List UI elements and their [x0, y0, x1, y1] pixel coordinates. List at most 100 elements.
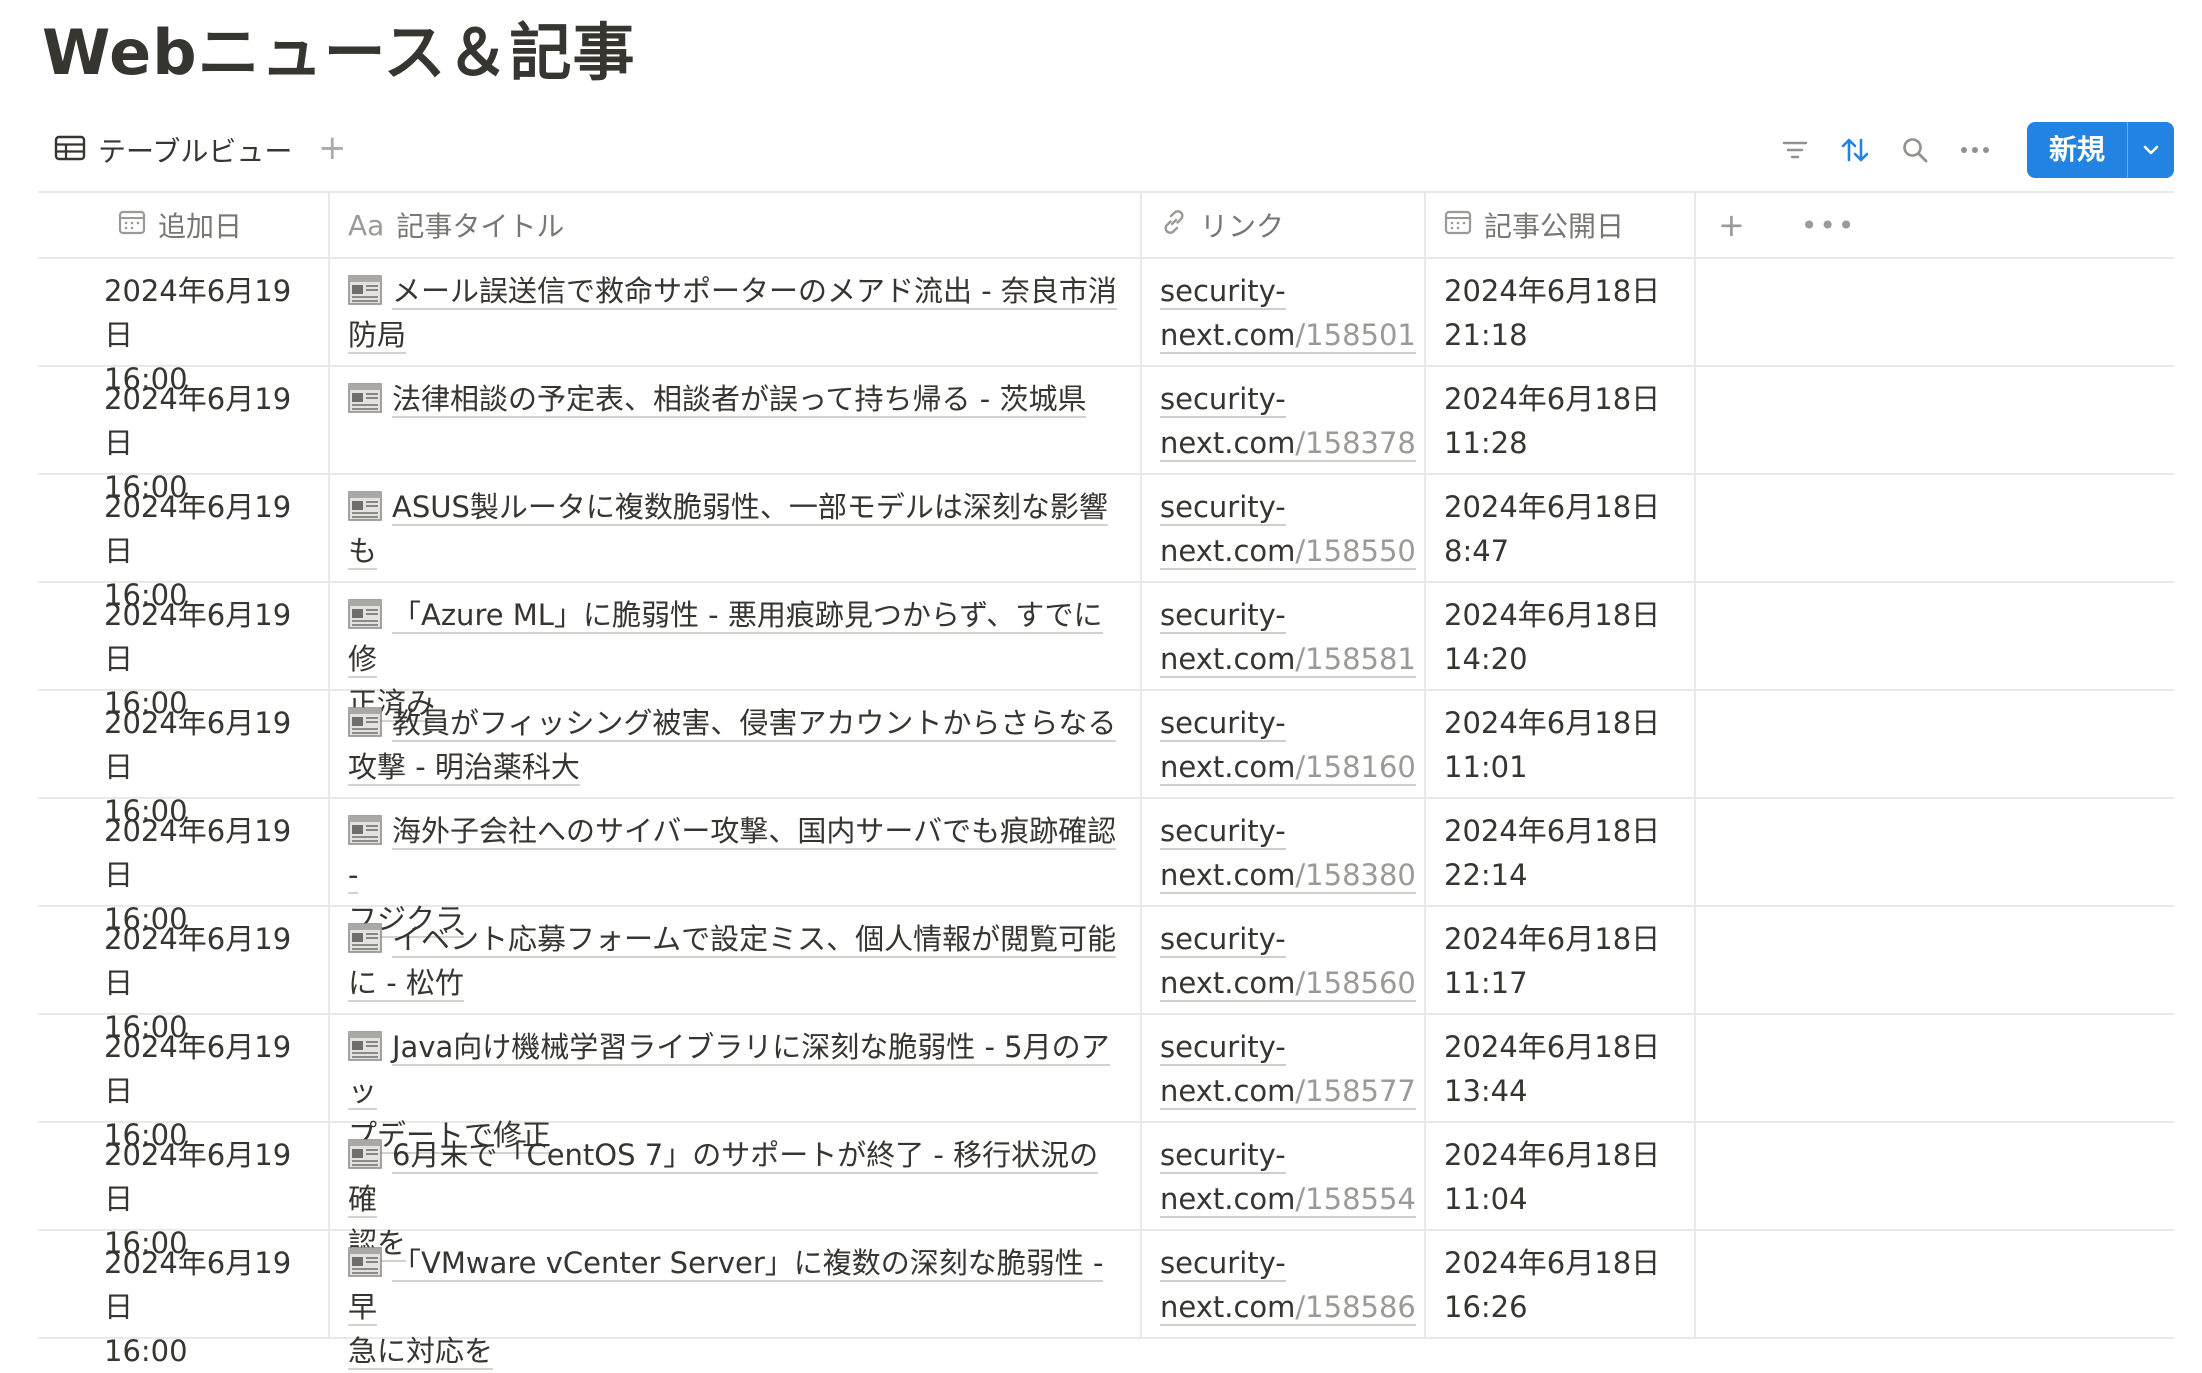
- title-cell[interactable]: 海外子会社へのサイバー攻撃、国内サーバでも痕跡確認 - フジクラ: [330, 799, 1142, 938]
- link-host[interactable]: security-: [1160, 598, 1286, 634]
- table-row[interactable]: 2024年6月19日 16:00 イベント応募フォームで設定ミス、個人情報が閲覧可能…: [38, 907, 2174, 1044]
- link-host[interactable]: security-: [1160, 1246, 1286, 1282]
- publish-date-cell[interactable]: 2024年6月18日 22:14: [1426, 799, 1696, 905]
- added-date-cell[interactable]: 2024年6月19日 16:00: [38, 907, 330, 1044]
- added-date-cell[interactable]: 2024年6月19日 16:00: [38, 583, 330, 720]
- search-icon[interactable]: [1885, 122, 1945, 178]
- title-cell[interactable]: 「Azure ML」に脆弱性 - 悪用痕跡見つからず、すでに修 正済み: [330, 583, 1142, 722]
- publish-date-cell[interactable]: 2024年6月18日 13:44: [1426, 1015, 1696, 1121]
- link-host-domain[interactable]: next.com: [1160, 750, 1296, 786]
- link-path[interactable]: /158581: [1295, 642, 1416, 678]
- link-path[interactable]: /158380: [1295, 858, 1416, 894]
- article-title-line2[interactable]: 急に対応を: [348, 1334, 494, 1370]
- article-title-line1[interactable]: 「VMware vCenter Server」に複数の深刻な脆弱性 - 早: [348, 1246, 1104, 1326]
- link-host[interactable]: security-: [1160, 706, 1286, 742]
- table-row[interactable]: 2024年6月19日 16:00 ASUS製ルータに複数脆弱性、一部モデルは深刻な影…: [38, 475, 2174, 612]
- link-host-domain[interactable]: next.com: [1160, 966, 1296, 1002]
- link-cell[interactable]: security-next.com/158586: [1142, 1231, 1426, 1337]
- added-date-cell[interactable]: 2024年6月19日 16:00: [38, 367, 330, 504]
- link-cell[interactable]: security-next.com/158577: [1142, 1015, 1426, 1121]
- table-row[interactable]: 2024年6月19日 16:00 メール誤送信で救命サポーターのメアド流出 - 奈良…: [38, 259, 2174, 396]
- article-title-line2[interactable]: に - 松竹: [348, 966, 464, 1002]
- publish-date-cell[interactable]: 2024年6月18日 16:26: [1426, 1231, 1696, 1337]
- title-cell[interactable]: メール誤送信で救命サポーターのメアド流出 - 奈良市消 防局: [330, 259, 1142, 365]
- link-host[interactable]: security-: [1160, 382, 1286, 418]
- link-path[interactable]: /158560: [1295, 966, 1416, 1002]
- added-date-cell[interactable]: 2024年6月19日 16:00: [38, 475, 330, 612]
- add-view-button[interactable]: +: [318, 128, 347, 168]
- table-row[interactable]: 2024年6月19日 16:00 海外子会社へのサイバー攻撃、国内サーバでも痕跡確認…: [38, 799, 2174, 938]
- column-header-title[interactable]: Aa 記事タイトル: [330, 193, 1142, 257]
- column-more-button[interactable]: •••: [1801, 209, 1857, 242]
- publish-date-cell[interactable]: 2024年6月18日 21:18: [1426, 259, 1696, 365]
- article-title-line1[interactable]: 「Azure ML」に脆弱性 - 悪用痕跡見つからず、すでに修: [348, 598, 1103, 678]
- link-host[interactable]: security-: [1160, 922, 1286, 958]
- added-date-cell[interactable]: 2024年6月19日 16:00: [38, 691, 330, 828]
- link-path[interactable]: /158550: [1295, 534, 1416, 570]
- link-cell[interactable]: security-next.com/158554: [1142, 1123, 1426, 1229]
- new-button[interactable]: 新規: [2027, 122, 2127, 178]
- link-host[interactable]: security-: [1160, 490, 1286, 526]
- publish-date-cell[interactable]: 2024年6月18日 11:04: [1426, 1123, 1696, 1229]
- article-title-line1[interactable]: 教員がフィッシング被害、侵害アカウントからさらなる: [392, 706, 1117, 742]
- add-column-button[interactable]: +: [1718, 206, 1745, 244]
- added-date-cell[interactable]: 2024年6月19日 16:00: [38, 799, 330, 936]
- publish-date-cell[interactable]: 2024年6月18日 11:17: [1426, 907, 1696, 1013]
- article-title-line1[interactable]: 6月末で「CentOS 7」のサポートが終了 - 移行状況の確: [348, 1138, 1099, 1218]
- link-host[interactable]: security-: [1160, 814, 1286, 850]
- link-cell[interactable]: security-next.com/158160: [1142, 691, 1426, 797]
- title-cell[interactable]: ASUS製ルータに複数脆弱性、一部モデルは深刻な影響も: [330, 475, 1142, 581]
- added-date-cell[interactable]: 2024年6月19日 16:00: [38, 1015, 330, 1152]
- publish-date-cell[interactable]: 2024年6月18日 11:01: [1426, 691, 1696, 797]
- new-dropdown-button[interactable]: [2127, 122, 2174, 178]
- sort-icon[interactable]: [1825, 122, 1885, 178]
- title-cell[interactable]: 法律相談の予定表、相談者が誤って持ち帰る - 茨城県: [330, 367, 1142, 473]
- table-row[interactable]: 2024年6月19日 16:00 Java向け機械学習ライブラリに深刻な脆弱性 - …: [38, 1015, 2174, 1154]
- table-row[interactable]: 2024年6月19日 16:00 法律相談の予定表、相談者が誤って持ち帰る - 茨城…: [38, 367, 2174, 504]
- link-path[interactable]: /158554: [1295, 1182, 1416, 1218]
- link-host-domain[interactable]: next.com: [1160, 858, 1296, 894]
- added-date-cell[interactable]: 2024年6月19日 16:00: [38, 1123, 330, 1260]
- more-options-icon[interactable]: [1945, 122, 2005, 178]
- link-host-domain[interactable]: next.com: [1160, 534, 1296, 570]
- article-title-line1[interactable]: イベント応募フォームで設定ミス、個人情報が閲覧可能: [392, 922, 1117, 958]
- link-cell[interactable]: security-next.com/158581: [1142, 583, 1426, 689]
- link-path[interactable]: /158378: [1295, 426, 1416, 462]
- column-header-publish-date[interactable]: 記事公開日: [1426, 193, 1696, 257]
- link-host-domain[interactable]: next.com: [1160, 318, 1296, 354]
- title-cell[interactable]: Java向け機械学習ライブラリに深刻な脆弱性 - 5月のアッ プデートで修正: [330, 1015, 1142, 1154]
- link-host-domain[interactable]: next.com: [1160, 642, 1296, 678]
- link-host-domain[interactable]: next.com: [1160, 1182, 1296, 1218]
- title-cell[interactable]: 教員がフィッシング被害、侵害アカウントからさらなる攻撃 - 明治薬科大: [330, 691, 1142, 797]
- column-header-link[interactable]: リンク: [1142, 193, 1426, 257]
- link-host[interactable]: security-: [1160, 1138, 1286, 1174]
- table-row[interactable]: 2024年6月19日 16:00 教員がフィッシング被害、侵害アカウントからさらなる…: [38, 691, 2174, 828]
- link-path[interactable]: /158577: [1295, 1074, 1416, 1110]
- article-title-line2[interactable]: 防局: [348, 318, 407, 354]
- added-date-cell[interactable]: 2024年6月19日 16:00: [38, 259, 330, 396]
- article-title-line1[interactable]: 海外子会社へのサイバー攻撃、国内サーバでも痕跡確認 -: [348, 814, 1117, 894]
- article-title-line2[interactable]: も: [348, 534, 378, 570]
- link-cell[interactable]: security-next.com/158550: [1142, 475, 1426, 581]
- link-path[interactable]: /158586: [1295, 1290, 1416, 1326]
- article-title-line1[interactable]: Java向け機械学習ライブラリに深刻な脆弱性 - 5月のアッ: [348, 1030, 1110, 1110]
- link-host-domain[interactable]: next.com: [1160, 1290, 1296, 1326]
- article-title-line2[interactable]: 攻撃 - 明治薬科大: [348, 750, 580, 786]
- link-host-domain[interactable]: next.com: [1160, 1074, 1296, 1110]
- filter-icon[interactable]: [1765, 122, 1825, 178]
- publish-date-cell[interactable]: 2024年6月18日 11:28: [1426, 367, 1696, 473]
- link-host[interactable]: security-: [1160, 1030, 1286, 1066]
- table-row[interactable]: 2024年6月19日 16:00 「VMware vCenter Server」に複…: [38, 1231, 2174, 1370]
- article-title-line1[interactable]: 法律相談の予定表、相談者が誤って持ち帰る - 茨城県: [392, 382, 1087, 418]
- link-cell[interactable]: security-next.com/158378: [1142, 367, 1426, 473]
- link-host[interactable]: security-: [1160, 274, 1286, 310]
- publish-date-cell[interactable]: 2024年6月18日 14:20: [1426, 583, 1696, 689]
- link-host-domain[interactable]: next.com: [1160, 426, 1296, 462]
- article-title-line1[interactable]: ASUS製ルータに複数脆弱性、一部モデルは深刻な影響: [392, 490, 1108, 526]
- link-cell[interactable]: security-next.com/158501: [1142, 259, 1426, 365]
- title-cell[interactable]: 「VMware vCenter Server」に複数の深刻な脆弱性 - 早急に対…: [330, 1231, 1142, 1370]
- title-cell[interactable]: イベント応募フォームで設定ミス、個人情報が閲覧可能に - 松竹: [330, 907, 1142, 1013]
- title-cell[interactable]: 6月末で「CentOS 7」のサポートが終了 - 移行状況の確 認を: [330, 1123, 1142, 1262]
- column-header-added-date[interactable]: 追加日: [38, 193, 330, 257]
- link-cell[interactable]: security-next.com/158560: [1142, 907, 1426, 1013]
